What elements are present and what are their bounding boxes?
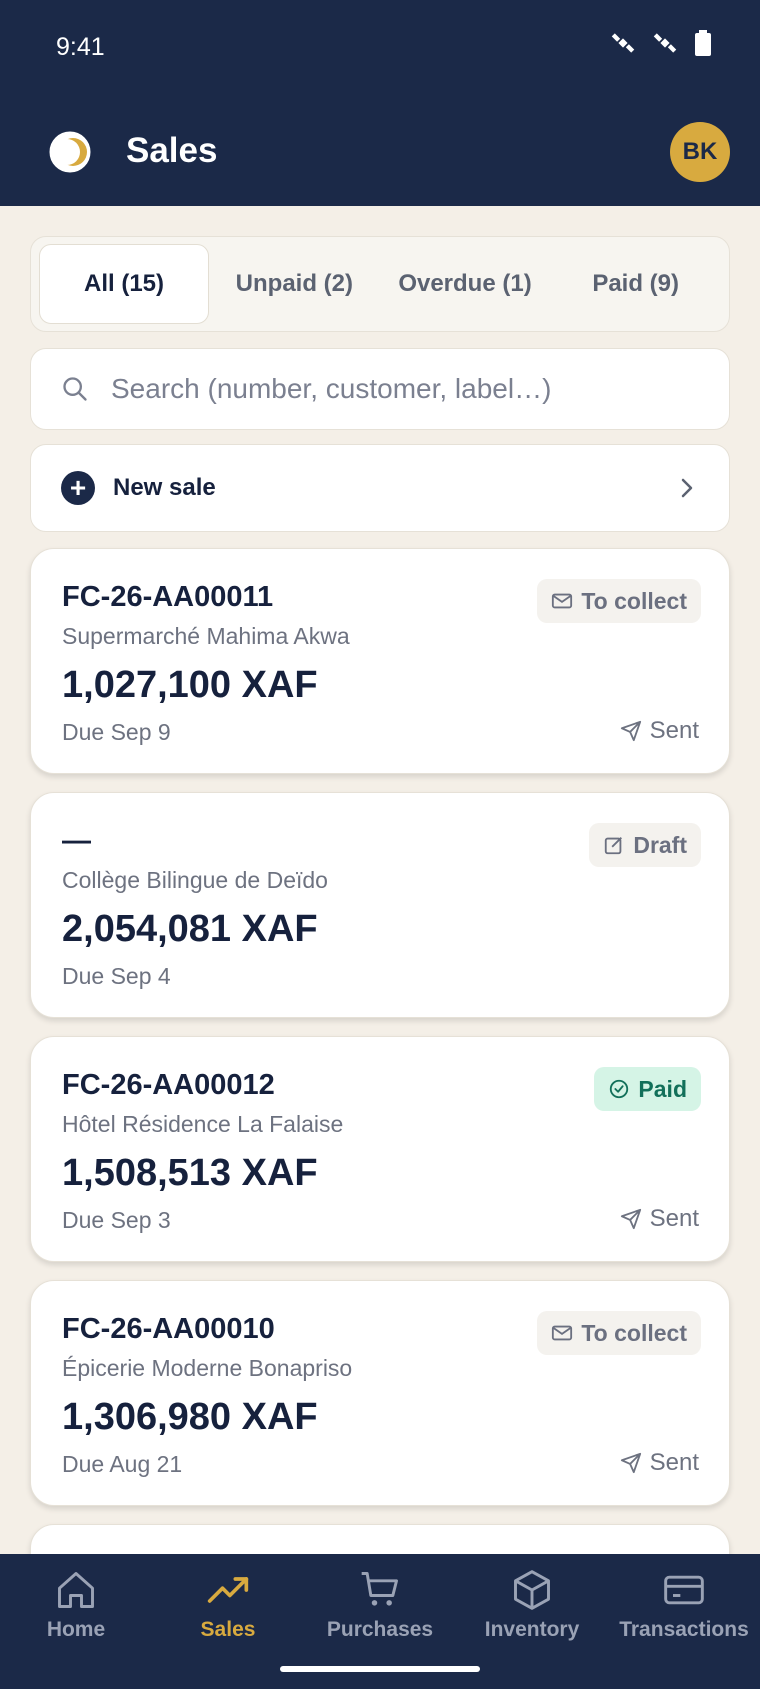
home-indicator[interactable] [280,1666,480,1672]
check-circle-icon [610,1079,629,1099]
search-icon [63,377,87,401]
nav-home-label: Home [46,1618,106,1641]
mail-icon [552,593,573,609]
nav-inventory-label: Inventory [484,1618,580,1641]
status-label: To collect [581,587,687,614]
search-placeholder: Search (number, customer, label…) [111,373,552,404]
page-title: Sales [126,131,218,170]
mail-icon [552,1325,573,1341]
send-icon [620,1452,641,1474]
customer-name: Collège Bilingue de Deïdo [62,867,328,893]
trending-up-icon [207,1577,249,1603]
top-app-bar: 9:41 Sales BK [0,0,760,206]
nav-home[interactable]: Home [0,1568,152,1689]
search-input[interactable]: Search (number, customer, label…) [30,348,730,430]
edit-icon [605,837,623,855]
invoice-number: — [62,825,91,857]
invoice-amount: 1,306,980 XAF [62,1396,318,1438]
filter-tabs: All (15) Unpaid (2) Overdue (1) Paid (9) [30,236,730,332]
nav-transactions[interactable]: Transactions [608,1568,760,1689]
satellite-icon [653,33,677,53]
status-badge: Paid [594,1067,701,1111]
invoice-card[interactable]: FC-26-AA00012 Paid Hôtel Résidence La Fa… [30,1036,730,1262]
nav-transactions-label: Transactions [619,1618,749,1641]
invoice-card[interactable]: FC-26-AA00010 To collect Épicerie Modern… [30,1280,730,1506]
avatar[interactable]: BK [670,122,730,182]
customer-name: Épicerie Moderne Bonapriso [62,1355,353,1381]
box-icon [514,1570,550,1610]
card-icon [664,1575,704,1605]
invoice-amount: 1,027,100 XAF [62,664,318,706]
status-label: Paid [638,1075,687,1102]
send-icon [620,720,641,742]
sent-label: Sent [649,717,699,744]
tab-overdue[interactable]: Overdue (1) [380,244,551,324]
due-date: Due Sep 3 [62,1207,171,1233]
satellite-icon [611,33,635,53]
invoice-number: FC-26-AA00010 [62,1313,275,1345]
home-icon [58,1572,94,1608]
tab-paid[interactable]: Paid (9) [550,244,721,324]
new-sale-label: New sale [113,474,216,501]
due-date: Due Sep 4 [62,963,171,989]
app-logo-icon [49,131,91,173]
status-badge: To collect [537,579,701,623]
sent-label: Sent [649,1205,699,1232]
send-icon [620,1208,641,1230]
status-label: To collect [581,1319,687,1346]
status-label: Draft [633,831,687,858]
battery-icon [695,30,711,56]
new-sale-button[interactable]: + New sale [30,444,730,532]
status-badge: To collect [537,1311,701,1355]
invoice-card[interactable]: FC-26-AA00011 To collect Supermarché Mah… [30,548,730,774]
due-date: Due Sep 9 [62,719,171,745]
chevron-right-icon [681,478,693,498]
cart-icon [361,1572,398,1606]
invoice-card[interactable]: — Draft Collège Bilingue de Deïdo 2,054,… [30,792,730,1018]
customer-name: Supermarché Mahima Akwa [62,623,350,649]
invoice-amount: 1,508,513 XAF [62,1152,318,1194]
plus-circle-icon: + [61,471,95,505]
status-badge: Draft [589,823,701,867]
sent-indicator: Sent [620,717,699,745]
nav-sales-label: Sales [200,1618,256,1641]
status-time: 9:41 [56,33,105,61]
nav-purchases-label: Purchases [326,1618,434,1641]
invoice-number: FC-26-AA00011 [62,581,274,613]
status-icons [610,30,712,56]
invoice-number: FC-26-AA00012 [62,1069,275,1101]
tab-all[interactable]: All (15) [39,244,209,324]
due-date: Due Aug 21 [62,1451,183,1477]
sent-indicator: Sent [620,1205,699,1233]
sent-indicator: Sent [620,1449,699,1477]
sent-label: Sent [649,1449,699,1476]
invoice-amount: 2,054,081 XAF [62,908,318,950]
tab-unpaid[interactable]: Unpaid (2) [209,244,380,324]
customer-name: Hôtel Résidence La Falaise [62,1111,344,1137]
